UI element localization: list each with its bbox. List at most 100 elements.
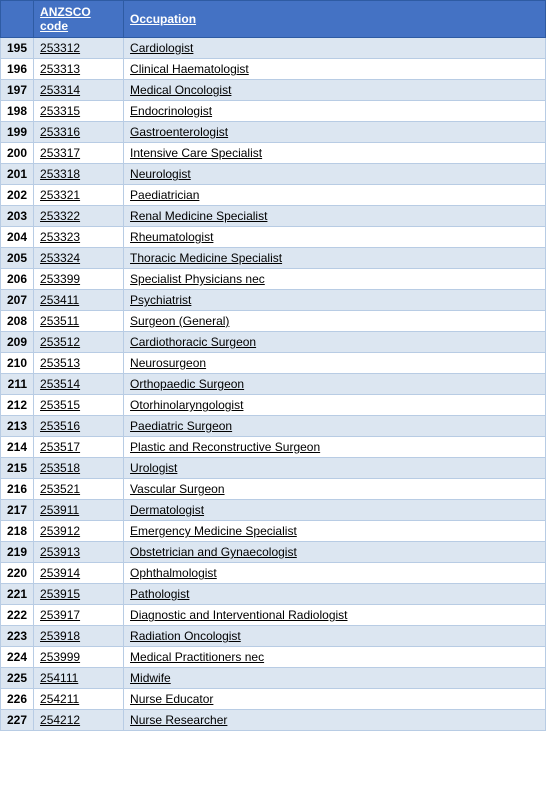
anzsco-code: 253512 <box>34 332 124 353</box>
occupation-name: Pathologist <box>124 584 546 605</box>
anzsco-code: 253516 <box>34 416 124 437</box>
occupation-name: Nurse Researcher <box>124 710 546 731</box>
row-number: 214 <box>1 437 34 458</box>
table-row: 208253511Surgeon (General) <box>1 311 546 332</box>
table-row: 198253315Endocrinologist <box>1 101 546 122</box>
table-row: 217253911Dermatologist <box>1 500 546 521</box>
occupation-name: Nurse Educator <box>124 689 546 710</box>
occupation-name: Cardiothoracic Surgeon <box>124 332 546 353</box>
row-number: 202 <box>1 185 34 206</box>
table-row: 199253316Gastroenterologist <box>1 122 546 143</box>
anzsco-code: 253999 <box>34 647 124 668</box>
col-header-code: ANZSCO code <box>34 1 124 38</box>
anzsco-code: 253312 <box>34 38 124 59</box>
row-number: 203 <box>1 206 34 227</box>
anzsco-code: 253321 <box>34 185 124 206</box>
row-number: 208 <box>1 311 34 332</box>
row-number: 227 <box>1 710 34 731</box>
row-number: 211 <box>1 374 34 395</box>
occupation-name: Thoracic Medicine Specialist <box>124 248 546 269</box>
occupation-name: Midwife <box>124 668 546 689</box>
occupation-name: Plastic and Reconstructive Surgeon <box>124 437 546 458</box>
occupation-name: Paediatric Surgeon <box>124 416 546 437</box>
row-number: 206 <box>1 269 34 290</box>
anzsco-code: 254212 <box>34 710 124 731</box>
occupation-name: Clinical Haematologist <box>124 59 546 80</box>
table-row: 215253518Urologist <box>1 458 546 479</box>
anzsco-code: 253322 <box>34 206 124 227</box>
anzsco-code: 253518 <box>34 458 124 479</box>
row-number: 217 <box>1 500 34 521</box>
anzsco-code: 253521 <box>34 479 124 500</box>
table-row: 202253321Paediatrician <box>1 185 546 206</box>
occupation-name: Surgeon (General) <box>124 311 546 332</box>
occupation-name: Ophthalmologist <box>124 563 546 584</box>
row-number: 220 <box>1 563 34 584</box>
occupation-name: Medical Practitioners nec <box>124 647 546 668</box>
table-row: 224253999Medical Practitioners nec <box>1 647 546 668</box>
occupation-name: Emergency Medicine Specialist <box>124 521 546 542</box>
occupation-name: Medical Oncologist <box>124 80 546 101</box>
row-number: 209 <box>1 332 34 353</box>
table-row: 200253317Intensive Care Specialist <box>1 143 546 164</box>
table-row: 196253313Clinical Haematologist <box>1 59 546 80</box>
col-header-occ: Occupation <box>124 1 546 38</box>
anzsco-code: 253913 <box>34 542 124 563</box>
row-number: 213 <box>1 416 34 437</box>
row-number: 225 <box>1 668 34 689</box>
row-number: 205 <box>1 248 34 269</box>
table-row: 226254211Nurse Educator <box>1 689 546 710</box>
occupation-name: Cardiologist <box>124 38 546 59</box>
row-number: 216 <box>1 479 34 500</box>
anzsco-code: 253317 <box>34 143 124 164</box>
anzsco-code: 253912 <box>34 521 124 542</box>
row-number: 226 <box>1 689 34 710</box>
table-row: 195253312Cardiologist <box>1 38 546 59</box>
row-number: 222 <box>1 605 34 626</box>
table-row: 222253917Diagnostic and Interventional R… <box>1 605 546 626</box>
table-row: 220253914Ophthalmologist <box>1 563 546 584</box>
table-row: 203253322Renal Medicine Specialist <box>1 206 546 227</box>
table-row: 210253513Neurosurgeon <box>1 353 546 374</box>
anzsco-code: 253313 <box>34 59 124 80</box>
table-row: 205253324Thoracic Medicine Specialist <box>1 248 546 269</box>
row-number: 223 <box>1 626 34 647</box>
anzsco-code: 253324 <box>34 248 124 269</box>
table-row: 197253314Medical Oncologist <box>1 80 546 101</box>
anzsco-code: 253515 <box>34 395 124 416</box>
row-number: 196 <box>1 59 34 80</box>
occupation-name: Neurosurgeon <box>124 353 546 374</box>
anzsco-code: 253411 <box>34 290 124 311</box>
anzsco-code: 253318 <box>34 164 124 185</box>
occupation-name: Renal Medicine Specialist <box>124 206 546 227</box>
table-row: 211253514Orthopaedic Surgeon <box>1 374 546 395</box>
anzsco-code: 253914 <box>34 563 124 584</box>
occupation-name: Intensive Care Specialist <box>124 143 546 164</box>
row-number: 201 <box>1 164 34 185</box>
occupation-name: Otorhinolaryngologist <box>124 395 546 416</box>
anzsco-code: 253316 <box>34 122 124 143</box>
anzsco-code: 254211 <box>34 689 124 710</box>
table-row: 201253318Neurologist <box>1 164 546 185</box>
row-number: 215 <box>1 458 34 479</box>
row-number: 218 <box>1 521 34 542</box>
anzsco-code: 253513 <box>34 353 124 374</box>
anzsco-code: 253399 <box>34 269 124 290</box>
table-row: 214253517Plastic and Reconstructive Surg… <box>1 437 546 458</box>
table-row: 206253399Specialist Physicians nec <box>1 269 546 290</box>
row-number: 219 <box>1 542 34 563</box>
occupation-name: Obstetrician and Gynaecologist <box>124 542 546 563</box>
table-row: 204253323Rheumatologist <box>1 227 546 248</box>
row-number: 221 <box>1 584 34 605</box>
table-row: 225254111Midwife <box>1 668 546 689</box>
occupation-name: Gastroenterologist <box>124 122 546 143</box>
col-header-num <box>1 1 34 38</box>
anzsco-code: 253918 <box>34 626 124 647</box>
occupation-name: Orthopaedic Surgeon <box>124 374 546 395</box>
anzsco-code: 253517 <box>34 437 124 458</box>
anzsco-code: 254111 <box>34 668 124 689</box>
occupation-name: Radiation Oncologist <box>124 626 546 647</box>
anzsco-code: 253323 <box>34 227 124 248</box>
anzsco-code: 253911 <box>34 500 124 521</box>
row-number: 195 <box>1 38 34 59</box>
